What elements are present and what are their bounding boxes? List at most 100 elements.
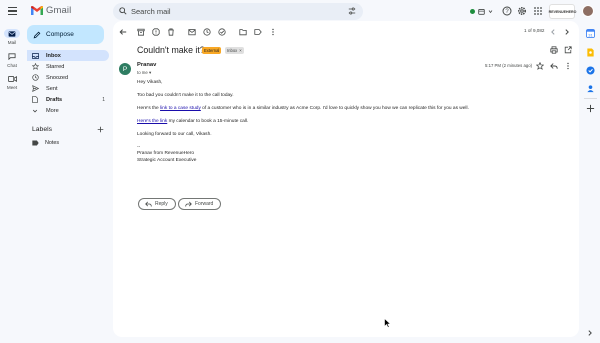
email-timestamp: 5:17 PM (2 minutes ago) (485, 63, 533, 68)
star-icon (32, 63, 39, 70)
email-view: 1 of 9,082 Couldn't make it? External In… (113, 21, 579, 337)
clock-icon (32, 74, 39, 81)
chevron-down-icon: ▾ (148, 70, 152, 75)
sidebar-item-label: Snoozed (46, 74, 69, 81)
add-addon-plus-icon[interactable] (586, 104, 595, 113)
text-fragment: my calendar to book a 15-minute call. (167, 119, 249, 124)
reply-icon[interactable] (550, 62, 558, 70)
gmail-logo[interactable]: Gmail (31, 5, 71, 16)
archive-icon[interactable] (137, 28, 145, 36)
brand-name: REVENUEHERO (548, 9, 577, 14)
google-tasks-icon[interactable] (586, 66, 595, 75)
signature-title: Strategic Account Executive (137, 158, 197, 163)
app-name: Gmail (46, 5, 72, 16)
sidebar-item-label: Inbox (46, 52, 61, 59)
report-spam-icon[interactable] (152, 28, 160, 36)
add-label-plus-icon[interactable] (97, 126, 104, 133)
label-icon (32, 140, 39, 146)
recipient-details[interactable]: to me ▾ (137, 70, 151, 76)
calendar-link[interactable]: Here's the link (137, 119, 167, 124)
video-icon (7, 75, 17, 82)
signature-separator: -- (137, 145, 141, 150)
settings-gear-icon[interactable] (517, 6, 527, 16)
email-greeting: Hey Vikash, (137, 80, 163, 85)
sidebar-item-label: More (46, 107, 59, 114)
user-avatar[interactable] (582, 5, 594, 17)
rail-item-mail[interactable]: Mail (0, 29, 24, 45)
help-icon[interactable]: ? (502, 6, 512, 16)
external-chip: External (202, 47, 222, 54)
move-to-folder-icon[interactable] (239, 28, 247, 36)
status-indicator[interactable] (470, 6, 496, 17)
compose-label: Compose (46, 31, 74, 38)
send-icon (32, 85, 39, 92)
pencil-icon (33, 31, 41, 38)
forward-label: Forward (195, 201, 214, 207)
snooze-clock-icon[interactable] (203, 28, 211, 36)
print-icon[interactable] (550, 46, 558, 54)
mail-icon (8, 30, 16, 37)
text-fragment: Here's the (137, 106, 161, 111)
label-item-notes[interactable]: Notes (32, 140, 59, 146)
sidebar-item-count: 1 (102, 96, 105, 103)
sidebar-item-sent[interactable]: Sent (27, 83, 109, 94)
search-input[interactable] (131, 5, 331, 18)
chevron-right-icon[interactable] (563, 28, 571, 36)
reply-arrow-icon (145, 201, 152, 207)
search-icon[interactable] (119, 7, 127, 15)
forward-button[interactable]: Forward (178, 198, 222, 210)
case-study-link[interactable]: link to a case study (160, 106, 201, 111)
google-contacts-icon[interactable] (586, 84, 595, 93)
reply-button[interactable]: Reply (138, 198, 176, 210)
open-in-new-window-icon[interactable] (564, 46, 572, 54)
search-bar[interactable] (113, 3, 363, 20)
mark-unread-icon[interactable] (188, 28, 196, 36)
sender-avatar[interactable]: P (119, 63, 131, 75)
rail-item-chat[interactable]: Chat (0, 52, 24, 68)
inbox-chip-label: Inbox (227, 48, 238, 53)
remove-label-close-icon[interactable]: × (239, 48, 241, 53)
rail-label-meet: Meet (6, 85, 18, 90)
google-calendar-icon[interactable]: 31 (586, 29, 595, 38)
svg-text:31: 31 (588, 32, 593, 37)
label-tag-icon[interactable] (254, 28, 262, 36)
back-arrow-icon[interactable] (119, 28, 127, 36)
sidebar-item-inbox[interactable]: Inbox (27, 50, 109, 61)
chat-icon (8, 53, 16, 60)
apps-grid-icon[interactable] (533, 6, 543, 16)
active-status-dot (470, 9, 475, 14)
add-to-tasks-icon[interactable] (218, 28, 226, 36)
sidebar-item-starred[interactable]: Starred (27, 61, 109, 72)
sidebar-item-more[interactable]: More (27, 105, 109, 116)
google-keep-icon[interactable] (586, 48, 595, 57)
calendar-status-icon (478, 8, 485, 15)
search-options-icon[interactable] (348, 7, 356, 15)
email-body-line: Here's the link my calendar to book a 15… (137, 119, 248, 124)
delete-trash-icon[interactable] (167, 28, 175, 36)
rail-label-mail: Mail (7, 40, 17, 45)
signature-name: Pranav from RevenueHero (137, 151, 195, 156)
sidebar-item-snoozed[interactable]: Snoozed (27, 72, 109, 83)
sidebar-item-label: Starred (46, 63, 65, 70)
compose-button[interactable]: Compose (27, 25, 104, 44)
reply-label: Reply (155, 201, 168, 207)
inbox-icon (32, 52, 39, 59)
more-vert-icon[interactable] (269, 28, 277, 36)
account-brand-badge[interactable]: REVENUEHERO (548, 4, 577, 19)
rail-item-meet[interactable]: Meet (0, 74, 24, 90)
forward-arrow-icon (185, 201, 192, 207)
chevron-right-icon[interactable] (586, 329, 594, 337)
label-name: Notes (45, 140, 60, 146)
email-body-line: Too bad you couldn't make it to the call… (137, 93, 234, 98)
sidebar-item-label: Sent (46, 85, 58, 92)
chevron-left-icon[interactable] (549, 28, 557, 36)
sidebar-item-drafts[interactable]: Drafts 1 (27, 94, 109, 105)
more-vert-icon[interactable] (564, 62, 572, 70)
inbox-chip[interactable]: Inbox × (225, 47, 244, 54)
sidebar-nav: Inbox Starred Snoozed Sent Drafts 1 More (27, 50, 109, 116)
hamburger-menu-icon[interactable] (8, 7, 17, 15)
chevron-down-icon (32, 109, 38, 112)
text-fragment: of a customer who is in a similar indust… (200, 106, 469, 111)
star-icon[interactable] (536, 62, 544, 70)
sender-name[interactable]: Pranav (137, 62, 156, 68)
